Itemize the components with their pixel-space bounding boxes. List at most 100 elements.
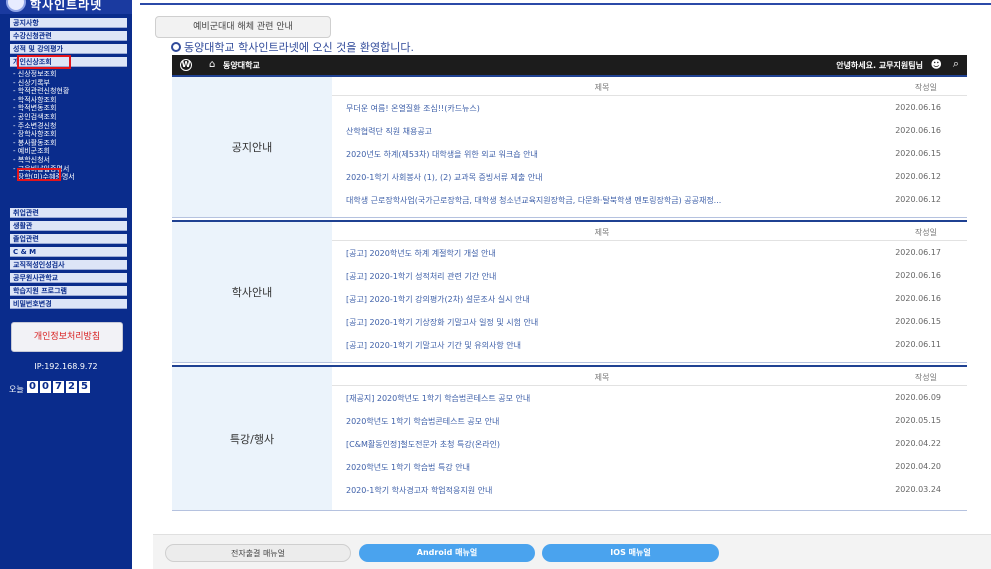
submenu-item[interactable]: - 주소변경신청	[10, 122, 127, 131]
table-row[interactable]: 대학생 근로장학사업(국가근로장학금, 대학생 청소년교육지원장학금, 다문화·…	[332, 188, 967, 211]
header-date: 작성일	[914, 373, 937, 382]
post-date: 2020.06.15	[895, 149, 941, 158]
menu-item-learning-program[interactable]: 학습지원 프로그램	[10, 286, 127, 296]
section-academic: 학사안내 제목 작성일 [공고] 2020학년도 하계 계절학기 개설 안내 20…	[172, 220, 967, 363]
post-title[interactable]: [공고] 2020-1학기 성적처리 관련 기간 안내	[346, 271, 866, 282]
post-title[interactable]: 2020학년도 1학기 학습법콘테스트 공모 안내	[346, 416, 866, 427]
welcome-message: 동양대학교 학사인트라넷에 오신 것을 환영합니다.	[171, 39, 414, 55]
logo-bar: 학사인트라넷	[0, 0, 132, 14]
table-row[interactable]: 2020-1학기 사회봉사 (1), (2) 교과목 증빙서류 제출 안내 202…	[332, 165, 967, 188]
submenu-item[interactable]: - 예비군조회	[10, 147, 127, 156]
menu-item-grades[interactable]: 성적 및 강의평가	[10, 44, 127, 54]
wordpress-icon[interactable]: W	[180, 59, 192, 71]
post-date: 2020.04.22	[895, 439, 941, 448]
post-title[interactable]: 2020-1학기 학사경고자 학업적응지원 안내	[346, 485, 866, 496]
post-title[interactable]: [재공지] 2020학년도 1학기 학습법콘테스트 공모 안내	[346, 393, 866, 404]
header-title: 제목	[594, 83, 610, 92]
submenu-item[interactable]: - 학적변동조회	[10, 104, 127, 113]
table-row[interactable]: 2020학년도 1학기 학습법콘테스트 공모 안내 2020.05.15	[332, 409, 967, 432]
post-date: 2020.06.16	[895, 103, 941, 112]
menu-item-notices[interactable]: 공지사항	[10, 18, 127, 28]
visit-counter-label: 오늘	[9, 385, 24, 394]
sidebar: 학사인트라넷 공지사항 수강신청관련 성적 및 강의평가 개인신상조회 - 신상…	[0, 0, 132, 569]
post-title[interactable]: 2020학년도 1학기 학습법 특강 안내	[346, 462, 866, 473]
user-icon[interactable]: ☻	[931, 59, 942, 71]
section-label: 공지안내	[172, 77, 332, 217]
post-date: 2020.05.15	[895, 416, 941, 425]
submenu-item[interactable]: - 신상기록부	[10, 79, 127, 88]
post-title[interactable]: [공고] 2020학년도 하계 계절학기 개설 안내	[346, 248, 866, 259]
menu-item-course-registration[interactable]: 수강신청관련	[10, 31, 127, 41]
table-row[interactable]: [재공지] 2020학년도 1학기 학습법콘테스트 공모 안내 2020.06.0…	[332, 386, 967, 409]
submenu-item-return-application[interactable]: - 복학신청서	[10, 156, 127, 165]
post-title[interactable]: [공고] 2020-1학기 기말고사 기간 및 유의사항 안내	[346, 340, 866, 351]
welcome-text: 동양대학교 학사인트라넷에 오신 것을 환영합니다.	[184, 41, 415, 54]
post-title[interactable]: 산학협력단 직원 채용공고	[346, 126, 866, 137]
table-row[interactable]: [공고] 2020-1학기 기상장화 기말고사 일정 및 시험 안내 2020.0…	[332, 310, 967, 333]
menu-item-password-change[interactable]: 비밀번호변경	[10, 299, 127, 309]
submenu-item[interactable]: - 장학사항조회	[10, 130, 127, 139]
submenu-item[interactable]: - 신상정보조회	[10, 70, 127, 79]
visit-digit: 0	[27, 381, 38, 393]
visit-digit: 2	[66, 381, 77, 393]
post-date: 2020.06.09	[895, 393, 941, 402]
menu-item-aptitude-test[interactable]: 교직적성인성검사	[10, 260, 127, 270]
post-title[interactable]: 대학생 근로장학사업(국가근로장학금, 대학생 청소년교육지원장학금, 다문화·…	[346, 195, 866, 206]
menu-item-civil-service[interactable]: 공무원사관학교	[10, 273, 127, 283]
post-title[interactable]: 2020-1학기 사회봉사 (1), (2) 교과목 증빙서류 제출 안내	[346, 172, 866, 183]
post-title[interactable]: [공고] 2020-1학기 기상장화 기말고사 일정 및 시험 안내	[346, 317, 866, 328]
post-date: 2020.04.20	[895, 462, 941, 471]
reserve-notice-button[interactable]: 예비군대대 해체 관련 안내	[155, 16, 331, 38]
privacy-policy-button[interactable]: 개인정보처리방침	[11, 322, 123, 352]
post-title[interactable]: 무더운 여름! 온열질환 조심!!(카드뉴스)	[346, 103, 866, 114]
submenu-item[interactable]: - 봉사활동조회	[10, 139, 127, 148]
post-date: 2020.03.24	[895, 485, 941, 494]
user-greeting[interactable]: 안녕하세요. 교무지원팀님	[836, 60, 923, 71]
table-row[interactable]: [공고] 2020-1학기 기말고사 기간 및 유의사항 안내 2020.06.1…	[332, 333, 967, 356]
table-row[interactable]: 산학협력단 직원 채용공고 2020.06.16	[332, 119, 967, 142]
table-header: 제목 작성일	[332, 77, 967, 96]
submenu-item[interactable]: - 학적사항조회	[10, 96, 127, 105]
table-header: 제목 작성일	[332, 222, 967, 241]
submenu-item[interactable]: - 공인검색조회	[10, 113, 127, 122]
table-row[interactable]: [C&M활동인정]철도전문가 초청 특강(온라인) 2020.04.22	[332, 432, 967, 455]
top-rule	[140, 3, 991, 5]
post-date: 2020.06.15	[895, 317, 941, 326]
header-date: 작성일	[914, 228, 937, 237]
table-row[interactable]: [공고] 2020-1학기 강의평가(2차) 설문조사 실시 안내 2020.06…	[332, 287, 967, 310]
table-row[interactable]: 2020년도 하계(제53차) 대학생을 위한 외교 워크숍 안내 2020.06…	[332, 142, 967, 165]
section-notices: 공지안내 제목 작성일 무더운 여름! 온열질환 조심!!(카드뉴스) 2020.…	[172, 75, 967, 218]
logo-text: 학사인트라넷	[30, 0, 103, 12]
admin-bar: W ⌂ 동양대학교 안녕하세요. 교무지원팀님 ☻ ⌕	[172, 55, 967, 75]
table-row[interactable]: 2020학년도 1학기 학습법 특강 안내 2020.04.20	[332, 455, 967, 478]
post-title[interactable]: 2020년도 하계(제53차) 대학생을 위한 외교 워크숍 안내	[346, 149, 866, 160]
post-date: 2020.06.17	[895, 248, 941, 257]
post-date: 2020.06.12	[895, 195, 941, 204]
site-name[interactable]: 동양대학교	[223, 60, 260, 71]
menu-item-c-and-m[interactable]: C & M	[10, 247, 127, 257]
table-row[interactable]: [공고] 2020-1학기 성적처리 관련 기간 안내 2020.06.16	[332, 264, 967, 287]
android-manual-button[interactable]: Android 매뉴얼	[359, 544, 535, 562]
post-date: 2020.06.16	[895, 294, 941, 303]
submenu-item[interactable]: - 교육비납입증명서	[10, 165, 127, 174]
table-row[interactable]: 2020-1학기 학사경고자 학업적응지원 안내 2020.03.24	[332, 478, 967, 501]
header-title: 제목	[594, 373, 610, 382]
ios-manual-button[interactable]: IOS 매뉴얼	[542, 544, 719, 562]
section-label: 학사안내	[172, 222, 332, 362]
post-title[interactable]: [공고] 2020-1학기 강의평가(2차) 설문조사 실시 안내	[346, 294, 866, 305]
manual-bar: 전자출결 매뉴얼 Android 매뉴얼 IOS 매뉴얼	[153, 534, 991, 569]
submenu-item[interactable]: - 학적관련신청현황	[10, 87, 127, 96]
table-row[interactable]: [공고] 2020학년도 하계 계절학기 개설 안내 2020.06.17	[332, 241, 967, 264]
home-icon[interactable]: ⌂	[209, 59, 215, 71]
search-icon[interactable]: ⌕	[953, 58, 959, 70]
menu-item-personal-info[interactable]: 개인신상조회	[10, 57, 127, 67]
section-events: 특강/행사 제목 작성일 [재공지] 2020학년도 1학기 학습법콘테스트 공…	[172, 365, 967, 511]
submenu-item[interactable]: - 장학(미)수혜증명서	[10, 173, 127, 182]
attendance-manual-button[interactable]: 전자출결 매뉴얼	[165, 544, 351, 562]
menu-item-dormitory[interactable]: 생활관	[10, 221, 127, 231]
table-row[interactable]: 무더운 여름! 온열질환 조심!!(카드뉴스) 2020.06.16	[332, 96, 967, 119]
menu-item-graduation[interactable]: 졸업관련	[10, 234, 127, 244]
post-title[interactable]: [C&M활동인정]철도전문가 초청 특강(온라인)	[346, 439, 866, 450]
post-date: 2020.06.11	[895, 340, 941, 349]
menu-item-employment[interactable]: 취업관련	[10, 208, 127, 218]
